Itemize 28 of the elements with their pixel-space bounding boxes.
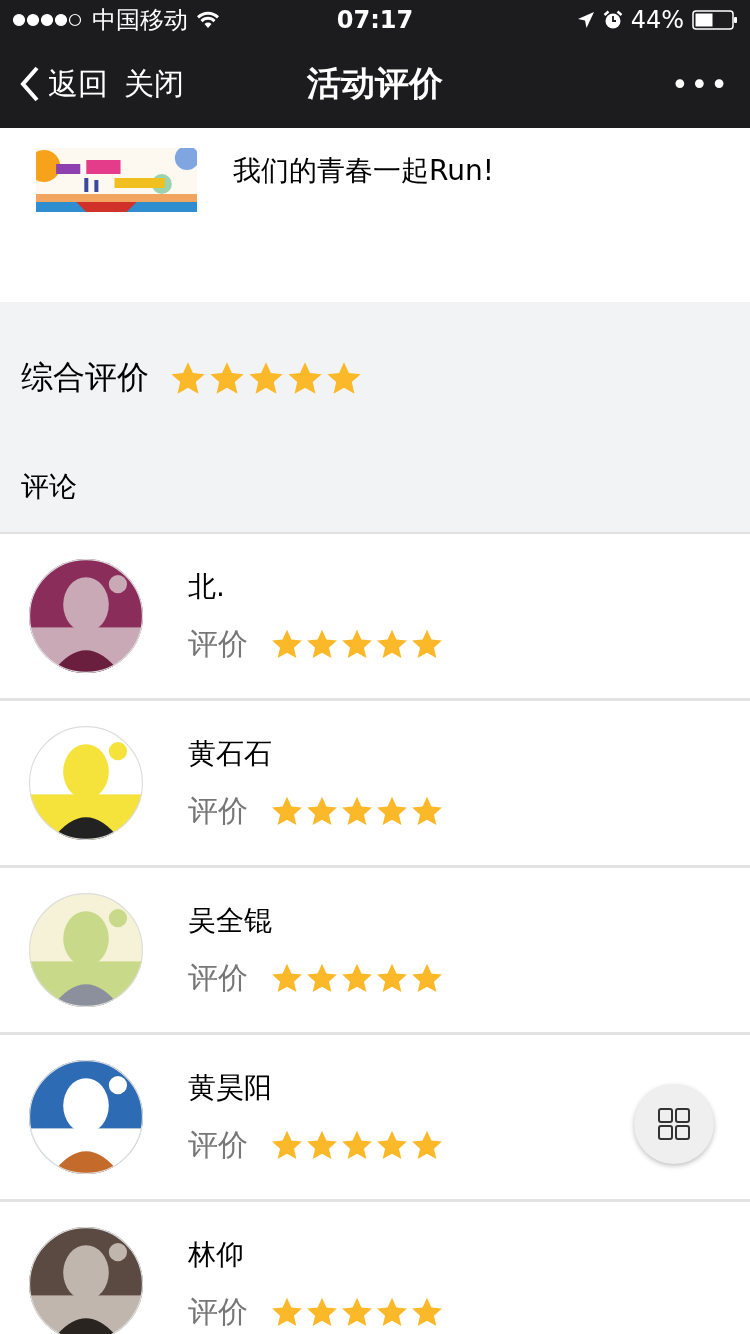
grid-menu-button[interactable]	[634, 1084, 714, 1164]
carrier-name: 中国移动	[92, 5, 188, 36]
signal-icon	[12, 12, 84, 28]
commenter-name: 林仰	[188, 1236, 245, 1273]
grid-icon	[657, 1107, 691, 1141]
rating-label: 评价	[188, 1292, 248, 1331]
location-icon	[576, 11, 595, 29]
chevron-left-icon	[20, 66, 40, 102]
close-button[interactable]: 关闭	[124, 63, 184, 105]
battery-percent: 44%	[630, 6, 684, 34]
overall-rating-label: 综合评价	[21, 357, 149, 398]
page-title: 活动评价	[307, 62, 443, 105]
wifi-icon	[196, 11, 220, 29]
more-button[interactable]: •••	[670, 66, 730, 102]
comments-heading: 评论	[21, 469, 78, 505]
clock-time: 07:17	[336, 6, 414, 34]
alarm-icon	[602, 10, 623, 30]
commenter-name: 黄石石	[188, 735, 273, 772]
rating-label: 评价	[188, 1125, 248, 1164]
rating-label: 评价	[188, 958, 248, 997]
commenter-name: 黄昊阳	[188, 1069, 273, 1106]
battery-icon	[692, 10, 738, 30]
commenter-name: 吴全锟	[188, 902, 273, 939]
rating-label: 评价	[188, 624, 248, 663]
activity-title: 我们的青春一起Run!	[233, 153, 494, 189]
rating-label: 评价	[188, 791, 248, 830]
commenter-name: 北.	[188, 568, 226, 605]
back-button[interactable]: 返回	[20, 63, 108, 105]
